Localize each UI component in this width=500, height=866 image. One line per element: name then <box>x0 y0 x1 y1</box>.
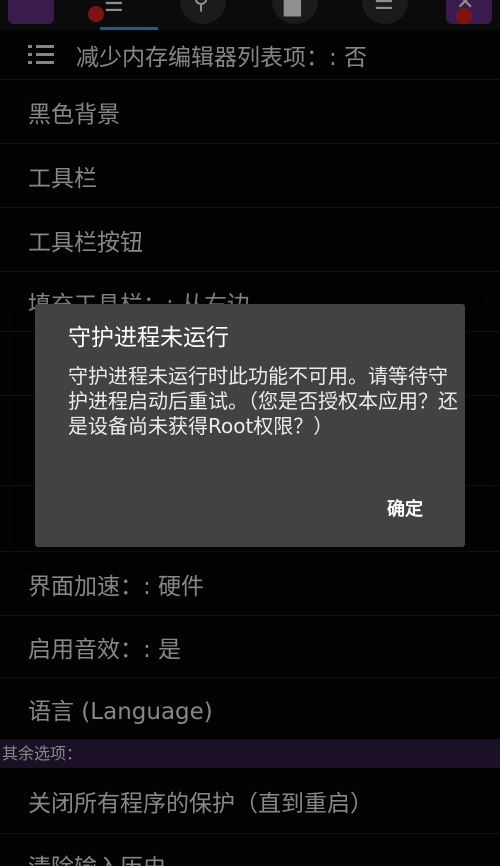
dialog-message: 守护进程未运行时此功能不可用。请等待守护进程启动后重试。（您是否授权本应用？还是… <box>68 364 458 438</box>
screen: ⚌ ⚲ ▆ ☰ ✕ 减少内存编辑器列表项：: 否 黑色背景 工具栏 工具栏按钮 … <box>0 0 500 866</box>
dialog-title: 守护进程未运行 <box>68 325 229 351</box>
daemon-not-running-dialog: 守护进程未运行 守护进程未运行时此功能不可用。请等待守护进程启动后重试。（您是否… <box>35 304 465 547</box>
ok-button[interactable]: 确定 <box>387 495 423 521</box>
